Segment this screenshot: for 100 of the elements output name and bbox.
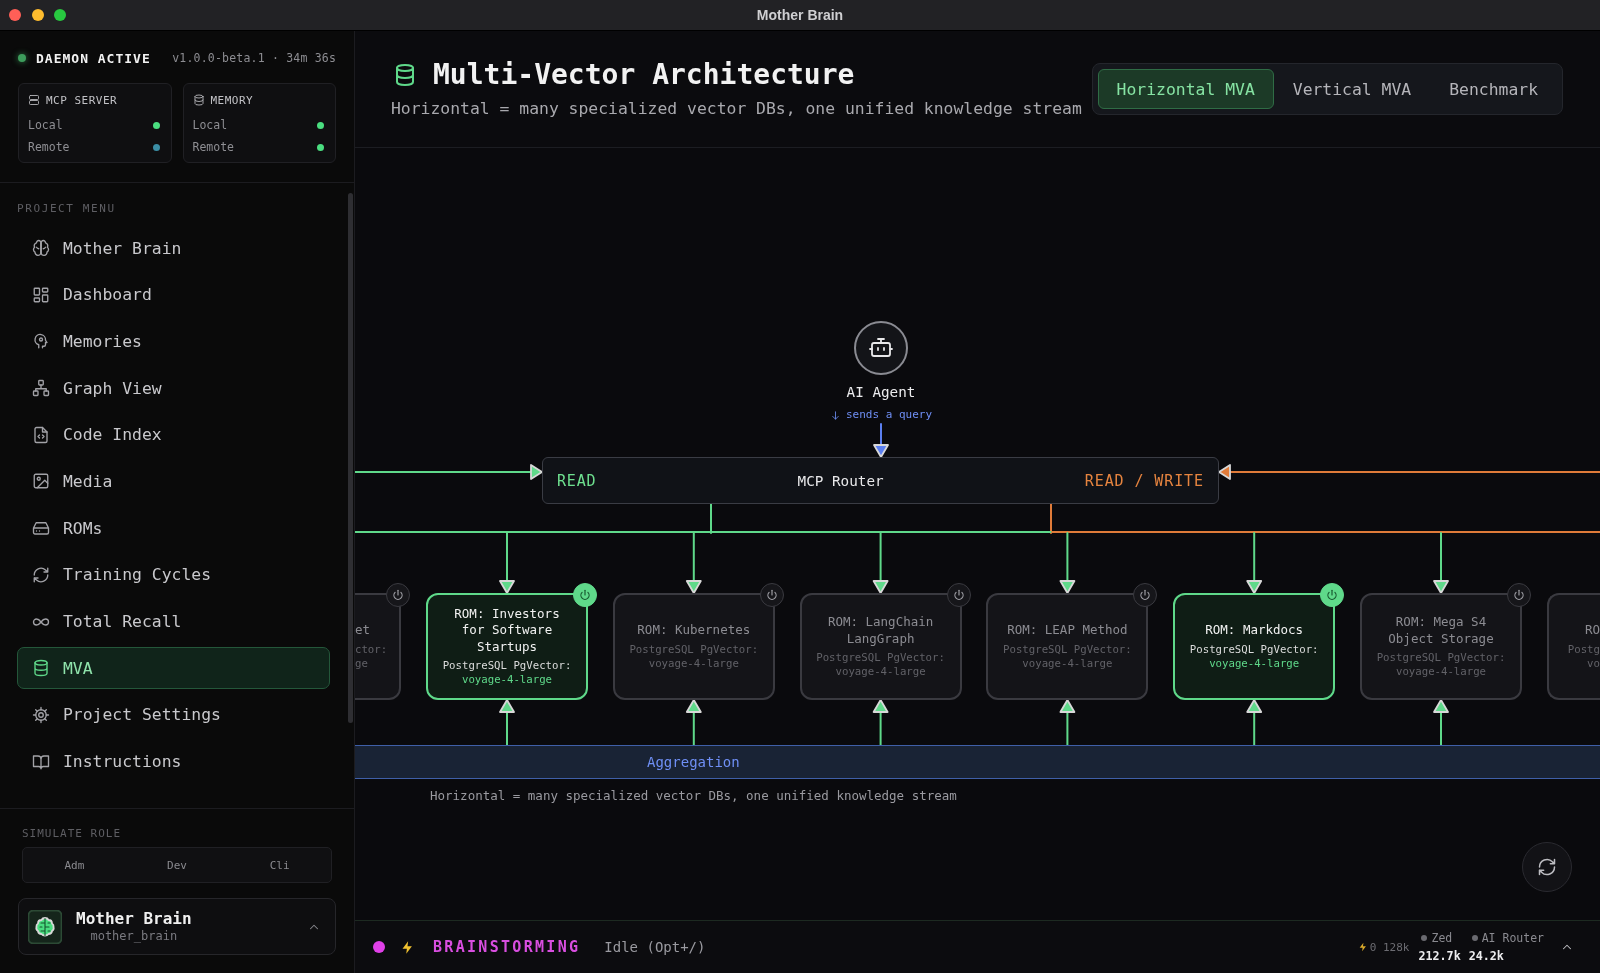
role-option[interactable]: Adm (23, 848, 126, 882)
robot-icon (854, 321, 908, 375)
menu-item[interactable]: Total Recall (17, 600, 330, 643)
refresh-icon (1537, 857, 1557, 877)
mode-label: BRAINSTORMING (433, 938, 581, 956)
menu-item[interactable]: Graph View (17, 367, 330, 410)
diagram-caption: Horizontal = many specialized vector DBs, one unified knowledge stream (430, 788, 957, 804)
page-subtitle: Horizontal = many specialized vector DBs, one unified knowledge stream (391, 99, 1082, 119)
token-count: 0 128k (1369, 940, 1410, 954)
menu-item[interactable]: Mother Brain (17, 227, 330, 269)
aggregation-flow-arrow (1433, 699, 1449, 746)
menu-item[interactable]: Training Cycles (17, 553, 330, 596)
refresh-button[interactable] (1522, 842, 1572, 892)
page-title: Multi-Vector Architecture (433, 58, 855, 92)
minimize-button[interactable] (31, 9, 44, 21)
drive-icon (32, 519, 50, 538)
rom-title: ROM: Mega S4 Object Storage (1387, 614, 1495, 647)
meter-value: 24.2k (1468, 948, 1505, 965)
rom-store: PostgreSQL PgVector: (629, 642, 759, 657)
rom-model: voyage-4-large (1395, 665, 1487, 679)
section-title: PROJECT MENU (17, 202, 117, 216)
query-flow-arrow (1059, 532, 1076, 594)
arrow-down-icon (829, 409, 841, 421)
profile-name: Mother Brain (76, 909, 192, 929)
daemon-status: DAEMON ACTIVE (36, 50, 151, 66)
rom-model: voyage-4-large (461, 673, 553, 688)
query-hint: sends a query (845, 408, 933, 422)
query-flow-arrow (872, 532, 889, 594)
close-button[interactable] (9, 9, 21, 21)
rom-model: voyage-4-large (648, 656, 739, 671)
read-label: READ (557, 471, 597, 490)
power-icon (391, 588, 406, 602)
aggregation-flow-arrow (1059, 699, 1076, 746)
status-label: Remote (192, 140, 235, 154)
rom-title: ROM: LangChain LangGraph (826, 614, 935, 647)
rom-title: et (355, 622, 371, 639)
file-code-icon (32, 425, 50, 444)
idle-status: Idle (Opt+/) (604, 939, 706, 955)
menu-item[interactable]: Dashboard (17, 273, 330, 316)
status-label: Local (192, 118, 228, 132)
menu-item[interactable]: Project Settings (17, 693, 330, 736)
menu-item[interactable]: Memories (17, 320, 330, 363)
query-arrow (873, 423, 889, 458)
query-flow-arrow (1433, 532, 1449, 594)
power-icon (1325, 588, 1340, 602)
power-icon (578, 588, 592, 602)
rom-store: PostgreSQL PgVector: (442, 659, 572, 674)
brain-icon (32, 239, 50, 257)
maximize-button[interactable] (54, 9, 66, 21)
server-icon (28, 94, 40, 106)
rom-title: ROM: Kubernetes (637, 622, 751, 639)
brain-icon (28, 909, 62, 944)
rom-model: ge (355, 656, 368, 671)
menu-item[interactable]: Media (17, 460, 330, 503)
rom-title: ROM: Markdocs (1205, 622, 1304, 639)
read-write-label: READ / WRITE (1084, 471, 1204, 490)
card-title: MCP SERVER (46, 93, 118, 107)
router-label: MCP Router (797, 472, 884, 489)
menu-item[interactable]: Code Index (17, 413, 330, 456)
meter-name: Zed (1431, 931, 1453, 945)
query-flow-arrow (685, 532, 702, 594)
view-tab[interactable]: Horizontal MVA (1097, 69, 1274, 109)
database-icon (393, 63, 417, 87)
rom-store: PostgreSQL PgVector: (816, 651, 945, 665)
view-tab[interactable]: Vertical MVA (1273, 69, 1431, 109)
meter-name: AI Router (1481, 931, 1544, 945)
settings-icon (32, 705, 50, 724)
image-icon (32, 472, 50, 491)
aggregation-flow-arrow (685, 699, 702, 746)
menu-item[interactable]: MVA (17, 647, 330, 690)
version-uptime: v1.0.0-beta.1 · 34m 36s (172, 51, 336, 65)
database-icon (32, 659, 50, 678)
rom-store: ctor: (355, 642, 388, 657)
database-icon (192, 94, 205, 106)
window-title: Mother Brain (756, 7, 844, 23)
rom-title: ROM: LEAP Method (1007, 622, 1128, 639)
rom-title: RO (1584, 622, 1600, 639)
rom-model: voyage-4-large (1022, 656, 1113, 671)
rom-model: vo (1587, 656, 1600, 671)
menu-item[interactable]: ROMs (17, 507, 330, 550)
rom-store: PostgreSQL PgVector: (1003, 642, 1132, 657)
scrollbar-thumb[interactable] (348, 193, 353, 723)
aggregation-label: Aggregation (647, 754, 740, 770)
role-option[interactable]: Dev (125, 848, 229, 882)
lightning-icon (1357, 942, 1368, 952)
power-button[interactable] (1320, 583, 1345, 607)
aggregation-flow-arrow (872, 699, 889, 746)
power-button[interactable] (573, 583, 597, 607)
meter-value: 212.7k (1418, 948, 1461, 965)
rom-title: ROM: Investors for Software Startups (453, 605, 561, 656)
role-option[interactable]: Cli (228, 848, 331, 882)
book-icon (32, 752, 50, 771)
status-label: Local (28, 118, 63, 132)
rom-store: Postg (1567, 642, 1600, 657)
power-icon (1138, 588, 1153, 602)
grid-icon (32, 285, 50, 304)
agent-label: AI Agent (846, 383, 916, 401)
menu-item[interactable]: Instructions (17, 740, 330, 783)
view-tab[interactable]: Benchmark (1430, 69, 1557, 109)
head-icon (32, 332, 50, 351)
